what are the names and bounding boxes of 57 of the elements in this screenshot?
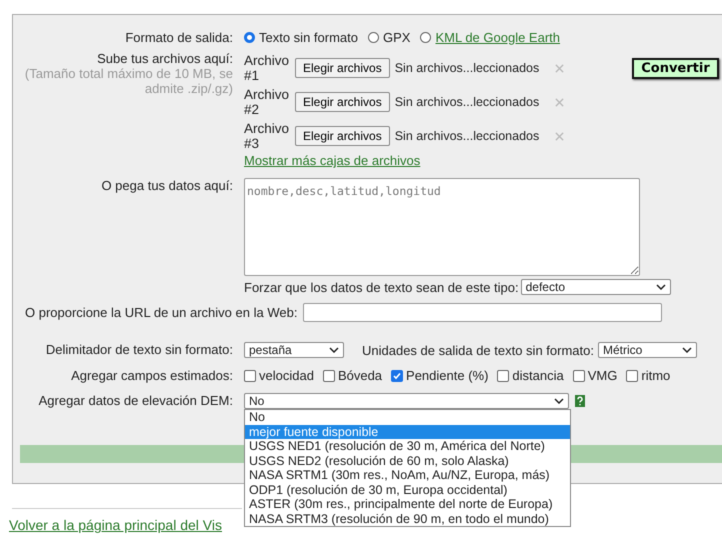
field-label: Sube tus archivos aquí: xyxy=(96,51,233,66)
data-textarea[interactable]: nombre,desc,latitud,longitud xyxy=(244,178,640,276)
field-label: O proporcione la URL de un archivo en la Web: xyxy=(25,305,298,320)
elevation-select[interactable]: No xyxy=(244,393,569,409)
checkbox[interactable] xyxy=(497,370,510,382)
file-label: Archivo #2 xyxy=(244,87,290,117)
file-status: Sin archivos...leccionados xyxy=(394,61,540,75)
checkbox[interactable] xyxy=(626,370,638,382)
file-label: Archivo #3 xyxy=(244,121,290,151)
checkbox-label: Pendiente (%) xyxy=(406,368,488,383)
radio-button[interactable] xyxy=(244,32,255,43)
radio-button[interactable] xyxy=(420,32,432,43)
field-label: Formato de salida: xyxy=(124,30,233,45)
choose-files-button[interactable]: Elegir archivos xyxy=(295,92,390,112)
file-label: Archivo #1 xyxy=(244,53,290,83)
radio-button[interactable] xyxy=(368,32,379,43)
checkbox-label: distancia xyxy=(512,368,564,383)
file-status: Sin archivos...leccionados xyxy=(394,95,540,109)
dropdown-option[interactable]: No xyxy=(245,410,570,424)
field-label: Agregar campos estimados: xyxy=(70,368,233,383)
checkbox-label: VMG xyxy=(588,368,618,383)
checkbox[interactable] xyxy=(322,370,335,382)
checkbox-label: velocidad xyxy=(259,368,314,383)
field-label: Unidades de salida de texto sin formato: xyxy=(362,342,594,358)
field-label: Forzar que los datos de texto sean de este tipo: xyxy=(244,280,519,294)
url-field[interactable] xyxy=(303,303,662,322)
units-select[interactable]: Métrico xyxy=(598,342,697,358)
checkbox[interactable] xyxy=(572,370,585,382)
convert-button[interactable]: Convertir xyxy=(632,58,719,79)
type-select[interactable]: defecto xyxy=(520,279,671,295)
more-files-link[interactable]: Mostrar más cajas de archivos xyxy=(244,153,420,168)
field-label: Agregar datos de elevación DEM: xyxy=(38,393,233,408)
checkbox[interactable] xyxy=(391,370,404,382)
option-link[interactable]: KML de Google Earth xyxy=(435,30,560,45)
chevron-icon xyxy=(656,284,666,290)
chevron-icon xyxy=(682,347,692,353)
back-link[interactable]: Volver a la página principal del Vis xyxy=(9,517,222,533)
field-label: Delimitador de texto sin formato: xyxy=(44,342,233,357)
dropdown-option[interactable]: ODP1 (resolución de 30 m, Europa occidental) xyxy=(245,482,570,497)
choose-files-button[interactable]: Elegir archivos xyxy=(295,126,390,146)
option-label: Texto sin formato xyxy=(259,30,358,45)
option-label: GPX xyxy=(383,30,410,45)
dropdown-option[interactable]: NASA SRTM1 (30m res., NoAm, Au/NZ, Europa, más) xyxy=(245,468,570,482)
help-icon[interactable] xyxy=(575,395,585,407)
dropdown-option[interactable]: NASA SRTM3 (resolución de 90 m, en todo el mundo) xyxy=(245,512,570,526)
checkbox-label: Bóveda xyxy=(338,368,382,383)
upload-note: (Tamaño total máximo de 10 MB, se admite .zip/.gz) xyxy=(24,66,233,96)
choose-files-button[interactable]: Elegir archivos xyxy=(295,58,390,78)
dropdown-option[interactable]: mejor fuente disponible xyxy=(245,424,570,439)
chevron-icon xyxy=(554,398,564,404)
delimiter-select[interactable]: pestaña xyxy=(244,342,344,358)
file-status: Sin archivos...leccionados xyxy=(394,129,540,143)
checkbox[interactable] xyxy=(244,370,256,382)
field-label: O pega tus datos aquí: xyxy=(100,178,233,193)
checkbox-label: ritmo xyxy=(641,368,670,383)
chevron-icon xyxy=(329,347,339,353)
dropdown-option[interactable]: ASTER (30m res., principalmente del norte de Europa) xyxy=(245,497,570,512)
